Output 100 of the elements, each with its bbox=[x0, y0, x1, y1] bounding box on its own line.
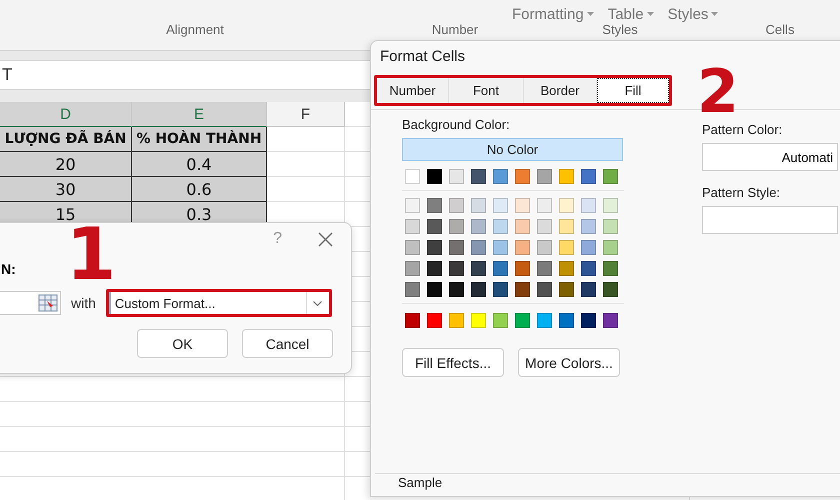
color-swatch[interactable] bbox=[427, 169, 442, 184]
color-swatch[interactable] bbox=[537, 219, 552, 234]
color-swatch[interactable] bbox=[449, 282, 464, 297]
column-header[interactable]: E bbox=[132, 102, 267, 127]
format-dropdown[interactable]: Custom Format... bbox=[108, 292, 329, 314]
color-swatch[interactable] bbox=[515, 313, 530, 328]
table-cell: 20 bbox=[0, 152, 132, 177]
dialog-button[interactable]: OK bbox=[137, 329, 228, 358]
color-swatch[interactable] bbox=[427, 219, 442, 234]
color-swatch[interactable] bbox=[537, 282, 552, 297]
color-swatch[interactable] bbox=[603, 219, 618, 234]
color-swatch[interactable] bbox=[449, 198, 464, 213]
color-swatch[interactable] bbox=[405, 313, 420, 328]
color-swatch[interactable] bbox=[471, 282, 486, 297]
pattern-style-dropdown[interactable] bbox=[702, 206, 838, 234]
color-swatch[interactable] bbox=[581, 261, 596, 276]
color-swatch[interactable] bbox=[427, 282, 442, 297]
color-swatch[interactable] bbox=[515, 240, 530, 255]
chevron-down-icon bbox=[313, 300, 322, 306]
color-swatch[interactable] bbox=[405, 240, 420, 255]
color-swatch[interactable] bbox=[581, 313, 596, 328]
step-number: 2 bbox=[697, 62, 739, 122]
color-swatch[interactable] bbox=[537, 313, 552, 328]
dialog-button[interactable]: Cancel bbox=[242, 329, 333, 358]
color-swatch[interactable] bbox=[515, 219, 530, 234]
color-swatch[interactable] bbox=[405, 198, 420, 213]
color-swatch[interactable] bbox=[515, 282, 530, 297]
color-swatch[interactable] bbox=[603, 169, 618, 184]
color-swatch[interactable] bbox=[603, 240, 618, 255]
pattern-color-dropdown[interactable]: Automati bbox=[702, 143, 838, 171]
dialog-button[interactable]: Fill Effects... bbox=[402, 348, 504, 377]
color-swatch[interactable] bbox=[603, 313, 618, 328]
column-header[interactable]: F bbox=[267, 102, 345, 127]
ribbon-button[interactable]: Formatting bbox=[512, 6, 594, 23]
group-label: Styles bbox=[601, 22, 639, 36]
color-swatch[interactable] bbox=[537, 240, 552, 255]
color-swatch[interactable] bbox=[559, 240, 574, 255]
color-swatch[interactable] bbox=[493, 169, 508, 184]
color-swatch[interactable] bbox=[471, 313, 486, 328]
range-picker-icon[interactable] bbox=[38, 294, 58, 312]
color-swatch[interactable] bbox=[493, 198, 508, 213]
color-swatch[interactable] bbox=[471, 169, 486, 184]
dialog-button[interactable]: More Colors... bbox=[518, 348, 620, 377]
table-cell: % HOÀN THÀNH bbox=[132, 127, 267, 152]
color-swatch[interactable] bbox=[471, 219, 486, 234]
color-swatch[interactable] bbox=[427, 198, 442, 213]
color-swatch[interactable] bbox=[537, 169, 552, 184]
group-label: Sample bbox=[398, 475, 442, 490]
color-swatch[interactable] bbox=[471, 240, 486, 255]
color-swatch[interactable] bbox=[559, 282, 574, 297]
color-swatch[interactable] bbox=[405, 219, 420, 234]
color-swatch[interactable] bbox=[603, 282, 618, 297]
color-swatch[interactable] bbox=[603, 198, 618, 213]
color-swatch[interactable] bbox=[581, 219, 596, 234]
color-swatch[interactable] bbox=[559, 198, 574, 213]
color-swatch[interactable] bbox=[449, 219, 464, 234]
ribbon-button[interactable]: Table bbox=[608, 6, 654, 23]
ribbon-button[interactable]: Styles bbox=[668, 6, 718, 23]
color-swatch[interactable] bbox=[559, 219, 574, 234]
color-swatch[interactable] bbox=[559, 169, 574, 184]
tab[interactable]: Fill bbox=[597, 78, 669, 103]
color-swatch[interactable] bbox=[537, 261, 552, 276]
color-swatch[interactable] bbox=[405, 169, 420, 184]
color-swatch[interactable] bbox=[581, 282, 596, 297]
color-swatch[interactable] bbox=[493, 261, 508, 276]
field-label: Pattern Color: bbox=[702, 122, 784, 137]
color-swatch[interactable] bbox=[581, 169, 596, 184]
color-swatch[interactable] bbox=[515, 169, 530, 184]
color-swatch[interactable] bbox=[471, 261, 486, 276]
color-swatch[interactable] bbox=[427, 313, 442, 328]
color-swatch[interactable] bbox=[515, 198, 530, 213]
color-swatch[interactable] bbox=[581, 198, 596, 213]
color-swatch[interactable] bbox=[449, 261, 464, 276]
color-swatch[interactable] bbox=[449, 313, 464, 328]
color-swatch[interactable] bbox=[493, 219, 508, 234]
color-swatch[interactable] bbox=[405, 261, 420, 276]
color-swatch[interactable] bbox=[493, 282, 508, 297]
color-swatch[interactable] bbox=[427, 240, 442, 255]
color-swatch[interactable] bbox=[603, 261, 618, 276]
table-cell: 30 bbox=[0, 177, 132, 202]
color-swatch[interactable] bbox=[449, 240, 464, 255]
color-swatch[interactable] bbox=[581, 240, 596, 255]
caret-icon bbox=[586, 12, 594, 17]
no-color-button[interactable]: No Color bbox=[402, 138, 623, 161]
color-swatch[interactable] bbox=[493, 240, 508, 255]
formula-text: T bbox=[2, 65, 12, 85]
color-swatch[interactable] bbox=[405, 282, 420, 297]
color-swatch[interactable] bbox=[515, 261, 530, 276]
color-swatch[interactable] bbox=[427, 261, 442, 276]
color-swatch[interactable] bbox=[559, 313, 574, 328]
field-label: N: bbox=[0, 261, 17, 277]
color-swatch[interactable] bbox=[559, 261, 574, 276]
with-label: with bbox=[71, 295, 96, 311]
color-swatch[interactable] bbox=[493, 313, 508, 328]
column-header[interactable]: D bbox=[0, 102, 132, 127]
close-icon[interactable] bbox=[318, 232, 333, 246]
color-swatch[interactable] bbox=[449, 169, 464, 184]
color-swatch[interactable] bbox=[471, 198, 486, 213]
color-swatch[interactable] bbox=[537, 198, 552, 213]
input-field[interactable] bbox=[0, 291, 61, 315]
